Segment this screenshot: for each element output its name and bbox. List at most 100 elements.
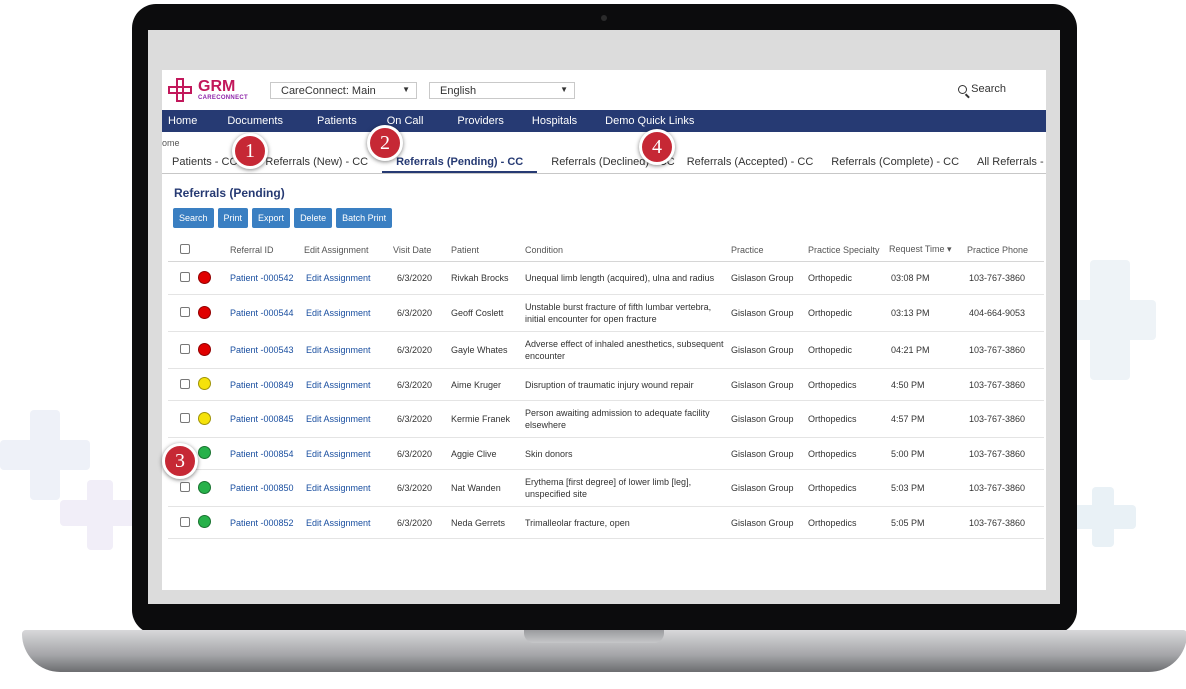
camera-icon bbox=[601, 15, 607, 21]
select-all-checkbox[interactable] bbox=[180, 243, 190, 254]
table-row[interactable]: Patient -000845 Edit Assignment 6/3/2020 Ke… bbox=[168, 401, 1044, 438]
edit-assignment-link[interactable]: Edit Assignment bbox=[302, 483, 391, 493]
col-patient[interactable]: Patient bbox=[449, 245, 523, 255]
status-dot-icon bbox=[198, 305, 211, 319]
practice-phone: 404-664-9053 bbox=[969, 308, 1026, 318]
nav-demo-quick-links[interactable]: Demo Quick Links bbox=[605, 115, 694, 127]
visit-date: 6/3/2020 bbox=[397, 308, 433, 318]
referral-id-link[interactable]: Patient -000544 bbox=[220, 308, 302, 318]
tab-referrals-accepted[interactable]: Referrals (Accepted) - CC bbox=[687, 152, 814, 173]
print-button[interactable]: Print bbox=[217, 208, 249, 228]
row-checkbox[interactable] bbox=[180, 413, 190, 423]
row-checkbox[interactable] bbox=[180, 344, 190, 354]
practice: Gislason Group bbox=[731, 448, 794, 459]
practice-specialty: Orthopedics bbox=[808, 379, 857, 390]
row-checkbox[interactable] bbox=[180, 307, 190, 317]
status-dot-icon bbox=[198, 411, 211, 425]
request-time: 5:03 PM bbox=[891, 483, 925, 493]
edit-assignment-link[interactable]: Edit Assignment bbox=[302, 380, 391, 390]
decor-plus-left-v bbox=[30, 410, 60, 500]
action-toolbar: Search Print Export Delete Batch Print bbox=[162, 208, 1046, 238]
condition: Disruption of traumatic injury wound rep… bbox=[525, 379, 694, 390]
table-row[interactable]: Patient -000850 Edit Assignment 6/3/2020 Na… bbox=[168, 470, 1044, 507]
tab-patients[interactable]: Patients - CC bbox=[172, 152, 237, 173]
export-button[interactable]: Export bbox=[252, 208, 291, 228]
status-dot-icon bbox=[198, 480, 211, 494]
condition: Adverse effect of inhaled anesthetics, s… bbox=[525, 339, 724, 361]
language-select-value: English bbox=[440, 85, 477, 97]
nav-home[interactable]: Home bbox=[168, 115, 197, 127]
tab-referrals-complete[interactable]: Referrals (Complete) - CC bbox=[831, 152, 959, 173]
edit-assignment-link[interactable]: Edit Assignment bbox=[302, 308, 391, 318]
practice: Gislason Group bbox=[731, 414, 794, 424]
condition: Unstable burst fracture of fifth lumbar … bbox=[525, 302, 712, 324]
practice: Gislason Group bbox=[731, 273, 794, 283]
tab-all-referrals[interactable]: All Referrals - CC bbox=[977, 152, 1046, 173]
referral-id-link[interactable]: Patient -000543 bbox=[220, 345, 302, 355]
table-body: Patient -000542 Edit Assignment 6/3/2020 Ri… bbox=[168, 262, 1044, 539]
edit-assignment-link[interactable]: Edit Assignment bbox=[302, 414, 391, 424]
search-button[interactable]: Search bbox=[958, 83, 1006, 95]
portal-select-value: CareConnect: Main bbox=[281, 85, 376, 97]
col-practice-phone[interactable]: Practice Phone bbox=[965, 245, 1045, 255]
app-window: GRM CARECONNECT CareConnect: Main ▼ Engl… bbox=[162, 70, 1046, 590]
row-checkbox[interactable] bbox=[180, 482, 190, 492]
referral-id-link[interactable]: Patient -000852 bbox=[220, 518, 302, 528]
table-row[interactable]: Patient -000852 Edit Assignment 6/3/2020 Ne… bbox=[168, 507, 1044, 539]
decor-plus-left2-v bbox=[87, 480, 113, 550]
referral-id-link[interactable]: Patient -000845 bbox=[220, 414, 302, 424]
col-request-time[interactable]: Request Time ▾ bbox=[887, 244, 965, 255]
referral-id-link[interactable]: Patient -000542 bbox=[220, 273, 302, 283]
batch-print-button[interactable]: Batch Print bbox=[336, 208, 393, 228]
table-row[interactable]: Patient -000854 Edit Assignment 6/3/2020 Ag… bbox=[168, 438, 1044, 470]
referral-id-link[interactable]: Patient -000850 bbox=[220, 483, 302, 493]
col-condition[interactable]: Condition bbox=[523, 245, 729, 255]
referral-id-link[interactable]: Patient -000854 bbox=[220, 449, 302, 459]
row-checkbox[interactable] bbox=[180, 516, 190, 527]
col-edit-assignment[interactable]: Edit Assignment bbox=[302, 245, 391, 255]
tab-referrals-new[interactable]: Referrals (New) - CC bbox=[265, 152, 368, 173]
search-label: Search bbox=[971, 83, 1006, 95]
delete-button[interactable]: Delete bbox=[294, 208, 333, 228]
breadcrumb[interactable]: ome bbox=[162, 132, 1046, 152]
language-select[interactable]: English ▼ bbox=[429, 82, 575, 99]
visit-date: 6/3/2020 bbox=[397, 414, 433, 424]
tab-referrals-pending[interactable]: Referrals (Pending) - CC bbox=[382, 152, 538, 173]
brand-logo[interactable]: GRM CARECONNECT bbox=[166, 78, 248, 102]
search-action-button[interactable]: Search bbox=[173, 208, 214, 228]
table-row[interactable]: Patient -000544 Edit Assignment 6/3/2020 Ge… bbox=[168, 295, 1044, 332]
nav-documents[interactable]: Documents bbox=[227, 115, 283, 127]
edit-assignment-link[interactable]: Edit Assignment bbox=[302, 345, 391, 355]
chevron-down-icon: ▼ bbox=[402, 85, 410, 94]
col-referral-id[interactable]: Referral ID bbox=[220, 245, 302, 255]
laptop-screen: GRM CARECONNECT CareConnect: Main ▼ Engl… bbox=[148, 30, 1060, 604]
edit-assignment-link[interactable]: Edit Assignment bbox=[302, 273, 391, 283]
top-bar: GRM CARECONNECT CareConnect: Main ▼ Engl… bbox=[162, 70, 1046, 110]
col-practice[interactable]: Practice bbox=[729, 245, 806, 255]
table-header: Referral ID Edit Assignment Visit Date P… bbox=[168, 238, 1044, 262]
status-dot-icon bbox=[198, 377, 211, 390]
table-row[interactable]: Patient -000542 Edit Assignment 6/3/2020 Ri… bbox=[168, 262, 1044, 295]
row-checkbox[interactable] bbox=[180, 272, 190, 282]
marketing-stage: GRM CARECONNECT CareConnect: Main ▼ Engl… bbox=[0, 0, 1186, 689]
edit-assignment-link[interactable]: Edit Assignment bbox=[302, 518, 391, 528]
nav-patients[interactable]: Patients bbox=[317, 115, 357, 127]
nav-on-call[interactable]: On Call bbox=[387, 115, 424, 127]
callout-badge-2: 2 bbox=[367, 125, 403, 161]
edit-assignment-link[interactable]: Edit Assignment bbox=[302, 449, 391, 459]
portal-select[interactable]: CareConnect: Main ▼ bbox=[270, 82, 417, 99]
brand-name: GRM bbox=[198, 78, 236, 95]
table-row[interactable]: Patient -000849 Edit Assignment 6/3/2020 Ai… bbox=[168, 369, 1044, 401]
nav-hospitals[interactable]: Hospitals bbox=[532, 115, 577, 127]
row-checkbox[interactable] bbox=[180, 378, 190, 389]
practice-specialty: Orthopedic bbox=[808, 273, 853, 283]
visit-date: 6/3/2020 bbox=[397, 448, 433, 459]
patient-name: Geoff Coslett bbox=[451, 308, 504, 318]
patient-name: Aggie Clive bbox=[451, 448, 497, 459]
table-row[interactable]: Patient -000543 Edit Assignment 6/3/2020 Ga… bbox=[168, 332, 1044, 369]
nav-providers[interactable]: Providers bbox=[457, 115, 503, 127]
col-visit-date[interactable]: Visit Date bbox=[391, 245, 449, 255]
referral-id-link[interactable]: Patient -000849 bbox=[220, 380, 302, 390]
col-practice-specialty[interactable]: Practice Specialty bbox=[806, 245, 887, 255]
status-dot-icon bbox=[198, 515, 211, 528]
